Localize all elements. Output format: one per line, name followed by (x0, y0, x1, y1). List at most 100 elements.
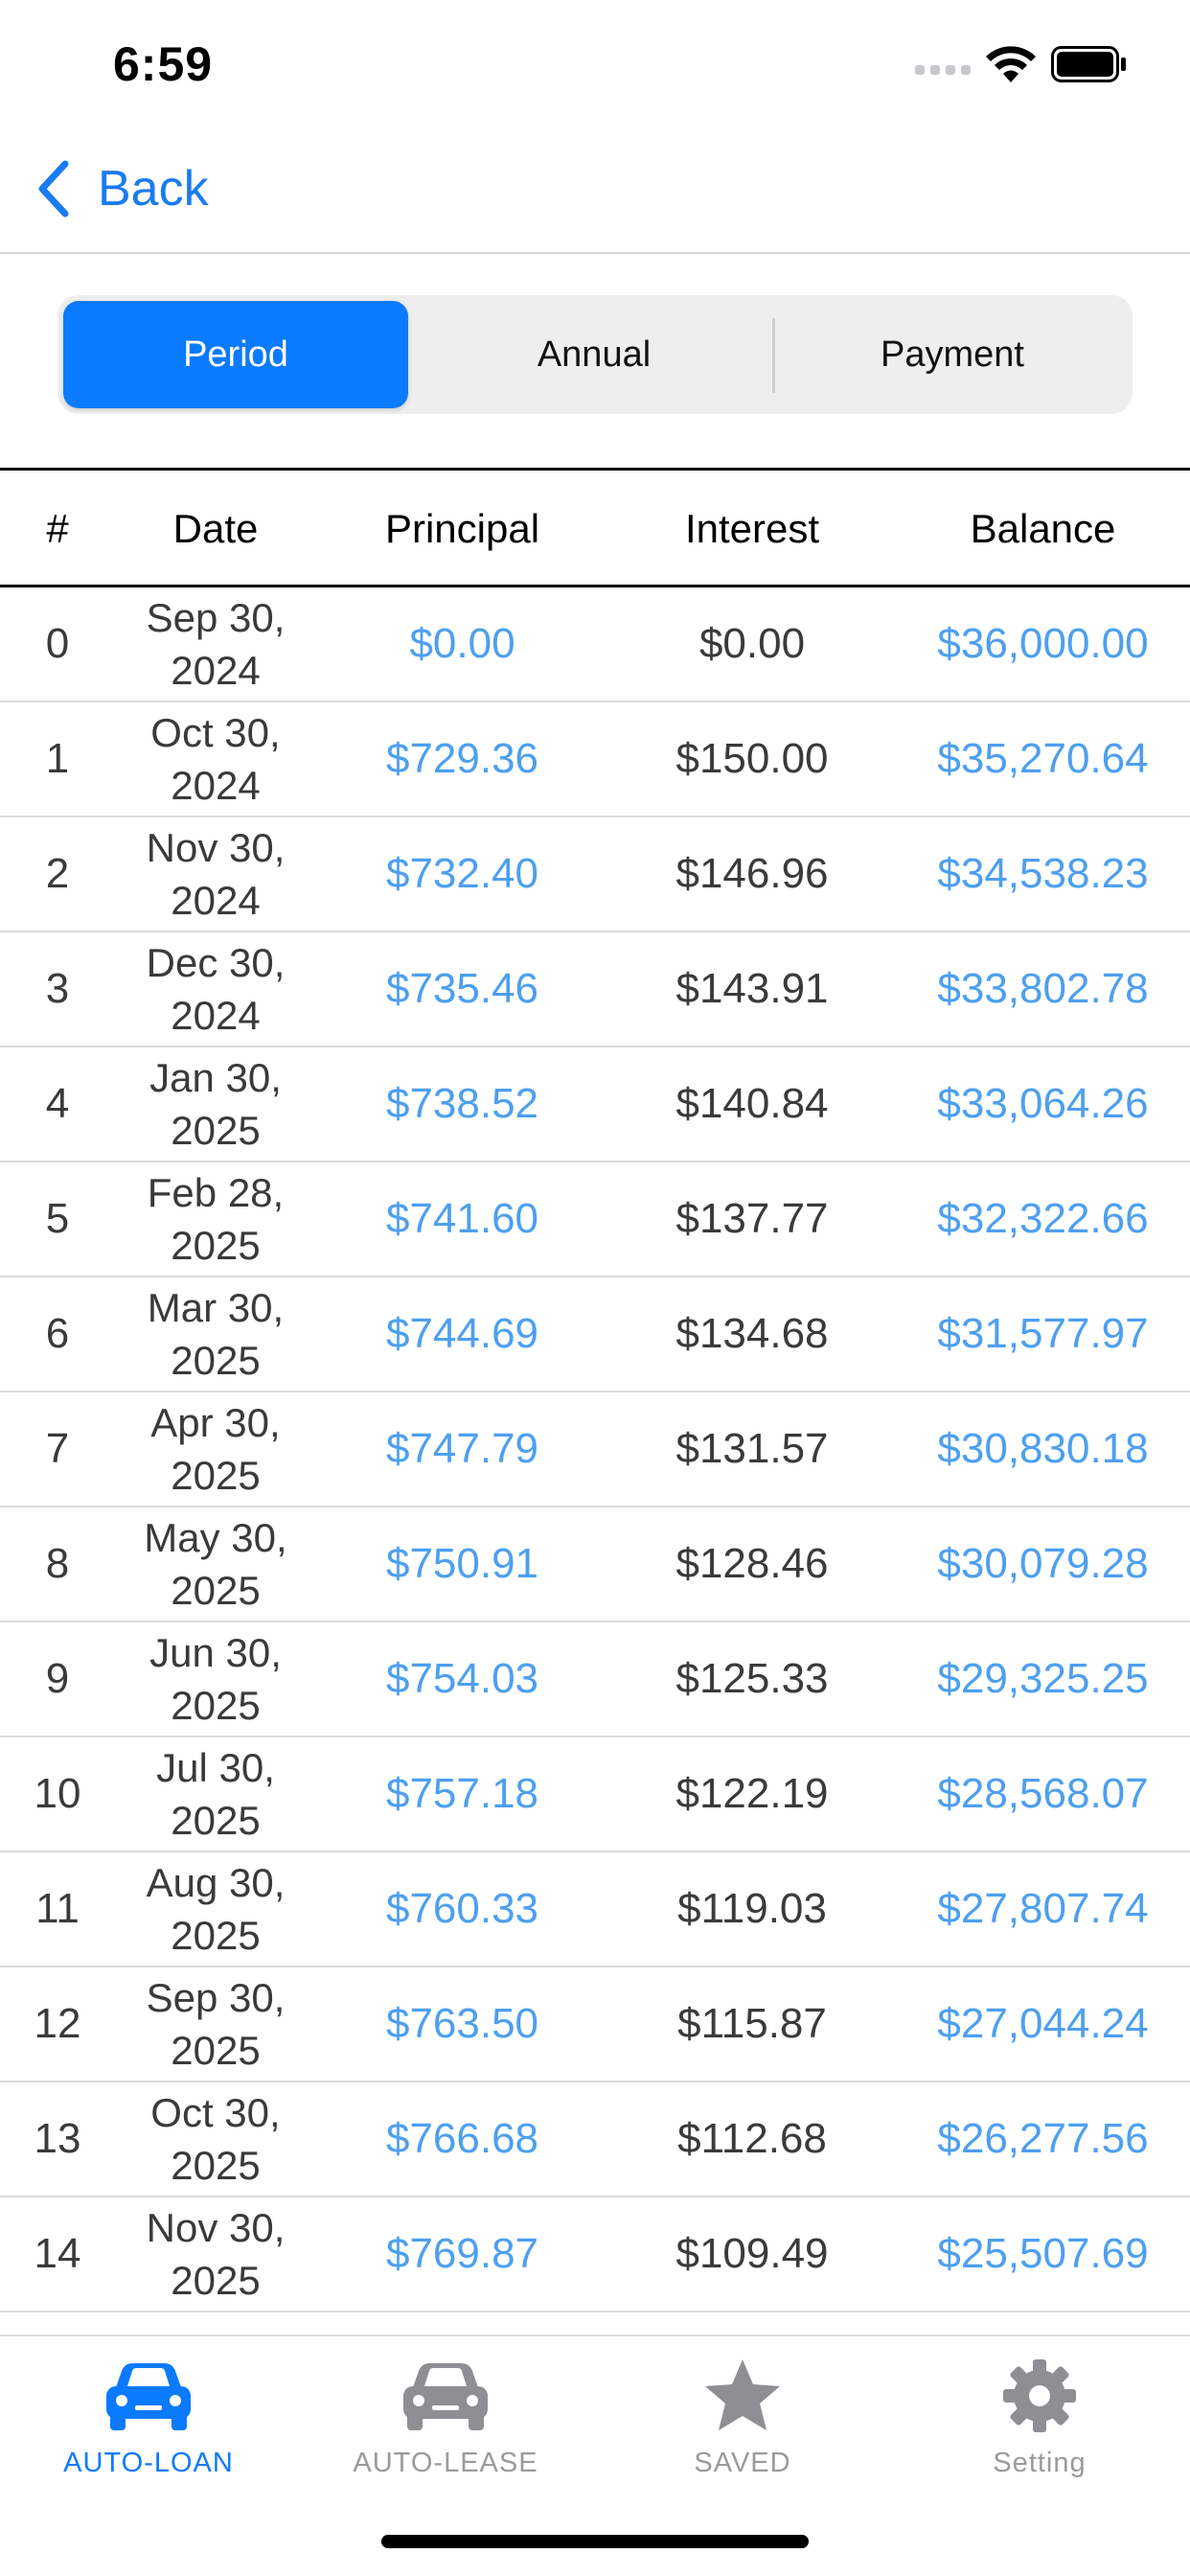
table-row: 13 Oct 30, 2025 $766.68 $112.68 $26,277.56 (0, 2082, 1190, 2197)
column-header-balance: Balance (970, 506, 1116, 551)
row-number: 12 (34, 2000, 81, 2047)
row-date-line1: Sep 30, (146, 595, 286, 640)
row-number: 4 (45, 1080, 70, 1127)
table-row: 9 Jun 30, 2025 $754.03 $125.33 $29,325.25 (0, 1622, 1190, 1737)
row-balance (896, 2312, 1190, 2334)
row-date: Feb 28, 2025 (115, 1162, 316, 1276)
row-date: Jul 30, 2025 (115, 1737, 316, 1851)
chevron-left-icon (38, 160, 69, 218)
row-date: Nov 30, 2024 (115, 817, 316, 931)
row-balance: $27,807.74 (937, 1885, 1149, 1932)
back-label: Back (98, 161, 209, 217)
row-date-line2: 2025 (171, 1338, 261, 1383)
row-balance: $29,325.25 (937, 1655, 1149, 1702)
row-balance: $28,568.07 (937, 1770, 1149, 1817)
row-balance: $33,802.78 (937, 965, 1149, 1012)
row-date-line1: Oct 30, (150, 710, 281, 755)
amortization-table[interactable]: # Date Principal Interest Balance 0 Sep 3… (0, 468, 1190, 2334)
row-date: Jun 30, 2025 (115, 1622, 316, 1736)
row-principal: $738.52 (385, 1080, 539, 1127)
row-date-line2: 2024 (171, 878, 261, 923)
row-date-line2: 2024 (171, 763, 261, 808)
row-principal (316, 2312, 608, 2334)
tab-label-auto-loan: AUTO-LOAN (63, 2448, 234, 2478)
row-balance: $34,538.23 (937, 850, 1149, 897)
row-date-line1: Jan 30, (149, 1055, 282, 1100)
tab-label-setting: Setting (993, 2448, 1087, 2478)
row-date-line1: Aug 30, (146, 1860, 286, 1905)
table-row: Dec 30, (0, 2312, 1190, 2334)
tab-label-saved: SAVED (694, 2448, 791, 2478)
row-balance: $32,322.66 (937, 1195, 1149, 1242)
row-interest: $150.00 (675, 735, 829, 782)
segment-annual[interactable]: Annual (420, 301, 768, 408)
row-date-line1: Jul 30, (156, 1745, 275, 1790)
row-number: 7 (45, 1425, 70, 1472)
column-header-principal: Principal (384, 506, 540, 551)
segment-payment[interactable]: Payment (778, 301, 1127, 408)
status-bar: 6:59 (0, 0, 1190, 125)
row-interest: $134.68 (675, 1310, 829, 1357)
row-date-line2: 2025 (171, 1223, 261, 1268)
row-principal: $741.60 (385, 1195, 539, 1242)
row-date-line2: 2024 (171, 648, 261, 693)
table-row: 12 Sep 30, 2025 $763.50 $115.87 $27,044.24 (0, 1967, 1190, 2082)
row-principal: $0.00 (409, 620, 515, 667)
row-date: Nov 30, 2025 (115, 2197, 316, 2311)
row-interest: $0.00 (698, 620, 806, 667)
segment-period[interactable]: Period (63, 301, 408, 408)
row-date-line1: Sep 30, (146, 1975, 286, 2020)
row-interest: $119.03 (677, 1885, 827, 1932)
row-number: 13 (34, 2115, 81, 2162)
table-row: 1 Oct 30, 2024 $729.36 $150.00 $35,270.64 (0, 702, 1190, 817)
table-row: 3 Dec 30, 2024 $735.46 $143.91 $33,802.78 (0, 932, 1190, 1047)
battery-icon (1051, 46, 1126, 82)
table-row: 0 Sep 30, 2024 $0.00 $0.00 $36,000.00 (0, 587, 1190, 702)
row-balance: $25,507.69 (937, 2230, 1149, 2277)
tab-saved[interactable]: SAVED (594, 2350, 891, 2494)
table-row: 6 Mar 30, 2025 $744.69 $134.68 $31,577.97 (0, 1277, 1190, 1392)
cellular-signal-icon (915, 63, 971, 77)
row-date-line2: 2025 (171, 1453, 261, 1498)
row-date: Sep 30, 2025 (115, 1967, 316, 2081)
row-date: Jan 30, 2025 (115, 1047, 316, 1161)
column-header-number: # (46, 506, 69, 551)
row-interest: $109.49 (675, 2230, 829, 2277)
tab-setting[interactable]: Setting (891, 2350, 1188, 2494)
row-number (0, 2312, 115, 2334)
row-interest: $112.68 (677, 2115, 827, 2162)
row-date: Apr 30, 2025 (115, 1392, 316, 1506)
table-body: 0 Sep 30, 2024 $0.00 $0.00 $36,000.00 1 Oct 30,… (0, 587, 1190, 2334)
row-date-line1: Mar 30, (147, 1285, 285, 1330)
row-principal: $757.18 (385, 1770, 539, 1817)
row-date-line1: Nov 30, (146, 825, 286, 870)
tab-auto-lease[interactable]: AUTO-LEASE (297, 2350, 594, 2494)
row-date-line2: 2025 (171, 2258, 261, 2303)
home-indicator (381, 2535, 809, 2548)
row-date-line2: 2025 (171, 1683, 261, 1728)
row-principal: $744.69 (385, 1310, 539, 1357)
row-date-line2: 2025 (171, 1568, 261, 1613)
column-header-date: Date (172, 506, 259, 551)
row-number: 14 (34, 2230, 81, 2277)
tab-auto-loan[interactable]: AUTO-LOAN (0, 2350, 297, 2494)
row-number: 11 (35, 1885, 80, 1932)
row-interest: $115.87 (677, 2000, 827, 2047)
schedule-segmented-control: Period Annual Payment (57, 295, 1133, 414)
row-number: 9 (45, 1655, 70, 1702)
row-balance: $36,000.00 (937, 620, 1149, 667)
row-date-line2: 2025 (171, 2028, 261, 2073)
row-number: 5 (45, 1195, 70, 1242)
back-button[interactable]: Back (34, 157, 209, 220)
wifi-icon (986, 46, 1036, 82)
row-date: Oct 30, 2025 (115, 2082, 316, 2196)
table-row: 8 May 30, 2025 $750.91 $128.46 $30,079.28 (0, 1507, 1190, 1622)
column-header-interest: Interest (684, 506, 820, 551)
row-balance: $30,079.28 (937, 1540, 1149, 1587)
table-header: # Date Principal Interest Balance (0, 471, 1190, 587)
gear-icon (1003, 2359, 1076, 2432)
row-number: 2 (45, 850, 70, 897)
car-icon (403, 2363, 488, 2430)
car-icon (106, 2363, 191, 2430)
row-principal: $766.68 (385, 2115, 539, 2162)
